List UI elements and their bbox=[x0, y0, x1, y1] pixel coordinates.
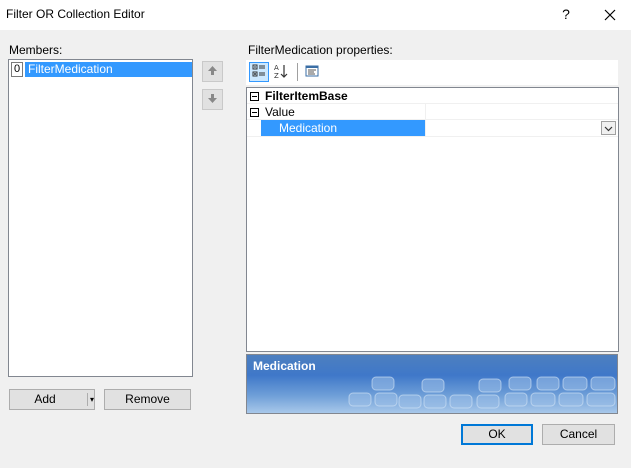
property-pages-button[interactable] bbox=[302, 62, 322, 82]
property-grid-toolbar: A Z bbox=[246, 60, 618, 85]
move-up-button[interactable] bbox=[202, 61, 223, 82]
member-index: 0 bbox=[11, 62, 23, 77]
property-pages-icon bbox=[305, 64, 319, 81]
add-dropdown-icon[interactable]: ▾ bbox=[89, 390, 95, 409]
remove-button[interactable]: Remove bbox=[104, 389, 191, 410]
collapse-icon[interactable] bbox=[250, 107, 259, 117]
categorized-icon bbox=[252, 64, 266, 81]
member-name: FilterMedication bbox=[25, 62, 192, 77]
ok-button[interactable]: OK bbox=[461, 424, 533, 445]
list-item[interactable]: 0 FilterMedication bbox=[11, 62, 192, 77]
value-dropdown-button[interactable] bbox=[601, 121, 616, 135]
toolbar-separator bbox=[297, 63, 298, 81]
close-icon[interactable] bbox=[599, 4, 621, 26]
value-column-divider bbox=[425, 104, 426, 136]
property-grid[interactable]: FilterItemBase Value Medication bbox=[246, 87, 619, 352]
grid-line bbox=[247, 136, 618, 137]
help-button[interactable]: ? bbox=[556, 4, 576, 24]
title-bar: Filter OR Collection Editor ? bbox=[0, 0, 631, 30]
svg-text:Z: Z bbox=[274, 72, 279, 79]
members-list[interactable]: 0 FilterMedication bbox=[8, 59, 193, 377]
window-title: Filter OR Collection Editor bbox=[6, 7, 145, 21]
add-button-label: Add bbox=[34, 392, 56, 406]
svg-text:A: A bbox=[274, 64, 279, 72]
properties-label: FilterMedication properties: bbox=[248, 43, 393, 57]
cancel-button[interactable]: Cancel bbox=[542, 424, 615, 445]
group-row[interactable]: Value bbox=[247, 104, 618, 120]
members-label: Members: bbox=[9, 43, 63, 57]
description-title: Medication bbox=[253, 359, 316, 373]
categorized-button[interactable] bbox=[249, 62, 269, 82]
add-split-divider bbox=[87, 393, 88, 406]
arrow-down-icon bbox=[207, 93, 218, 107]
alphabetical-sort-icon: A Z bbox=[273, 63, 289, 82]
group-label: Value bbox=[265, 105, 295, 119]
arrow-up-icon bbox=[207, 65, 218, 79]
move-down-button[interactable] bbox=[202, 89, 223, 110]
category-label: FilterItemBase bbox=[265, 89, 348, 103]
alphabetical-button[interactable]: A Z bbox=[271, 62, 291, 82]
add-button[interactable]: Add ▾ bbox=[9, 389, 95, 410]
selected-property-name[interactable]: Medication bbox=[261, 120, 425, 136]
chevron-down-icon bbox=[604, 121, 613, 135]
description-panel: Medication bbox=[246, 354, 618, 414]
collapse-icon[interactable] bbox=[250, 91, 259, 101]
category-row[interactable]: FilterItemBase bbox=[247, 88, 618, 104]
